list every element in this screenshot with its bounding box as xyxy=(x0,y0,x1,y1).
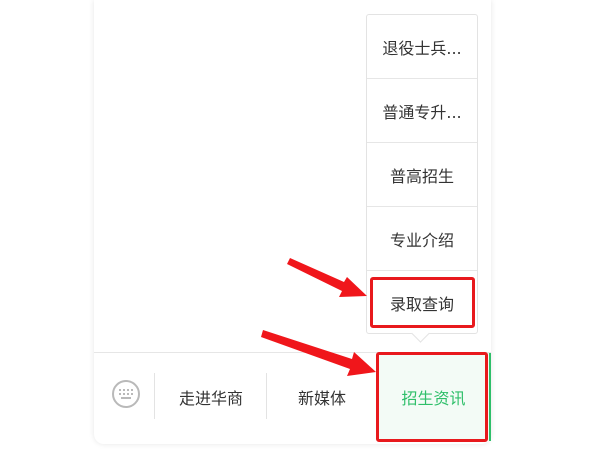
arrow-to-admission-info xyxy=(261,330,376,376)
arrow-to-admission-query xyxy=(287,258,367,297)
annotation-arrows xyxy=(261,258,376,376)
